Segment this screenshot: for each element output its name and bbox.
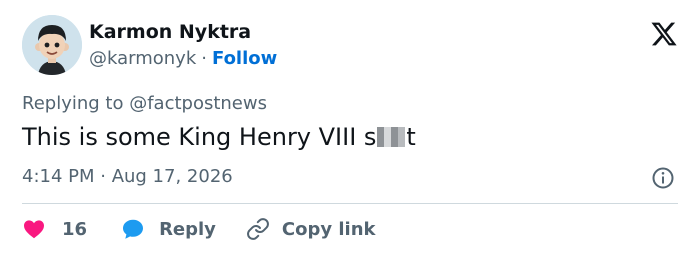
tweet-text-start: This is some King Henry VIII s [22, 123, 377, 151]
avatar-image [22, 15, 82, 75]
avatar[interactable] [22, 15, 82, 75]
copy-link-button[interactable]: Copy link [246, 217, 376, 241]
tweet-timestamp[interactable]: 4:14 PM · Aug 17, 2026 [22, 166, 233, 187]
divider [22, 203, 678, 204]
follow-button[interactable]: Follow [212, 48, 277, 69]
tweet-text-end: t [406, 123, 416, 151]
like-button[interactable]: 16 [22, 217, 87, 241]
author-handle[interactable]: @karmonyk [89, 48, 196, 69]
link-icon [246, 218, 269, 240]
separator-dot: · [201, 48, 207, 69]
author-handle-row: @karmonyk · Follow [89, 48, 277, 69]
reply-button[interactable]: Reply [121, 217, 216, 241]
heart-icon [24, 220, 44, 239]
tweet-text: This is some King Henry VIII s t [22, 123, 416, 151]
x-logo-icon[interactable] [650, 20, 678, 48]
info-icon[interactable] [651, 166, 675, 190]
speech-bubble-icon [123, 219, 144, 239]
action-bar: 16 Reply Copy link [22, 215, 376, 243]
copy-link-label: Copy link [281, 218, 376, 240]
author-name[interactable]: Karmon Nyktra [89, 21, 251, 43]
censored-block [377, 127, 406, 147]
like-count: 16 [62, 218, 88, 240]
reply-label: Reply [159, 218, 216, 240]
replying-to: Replying to @factpostnews [22, 93, 267, 114]
